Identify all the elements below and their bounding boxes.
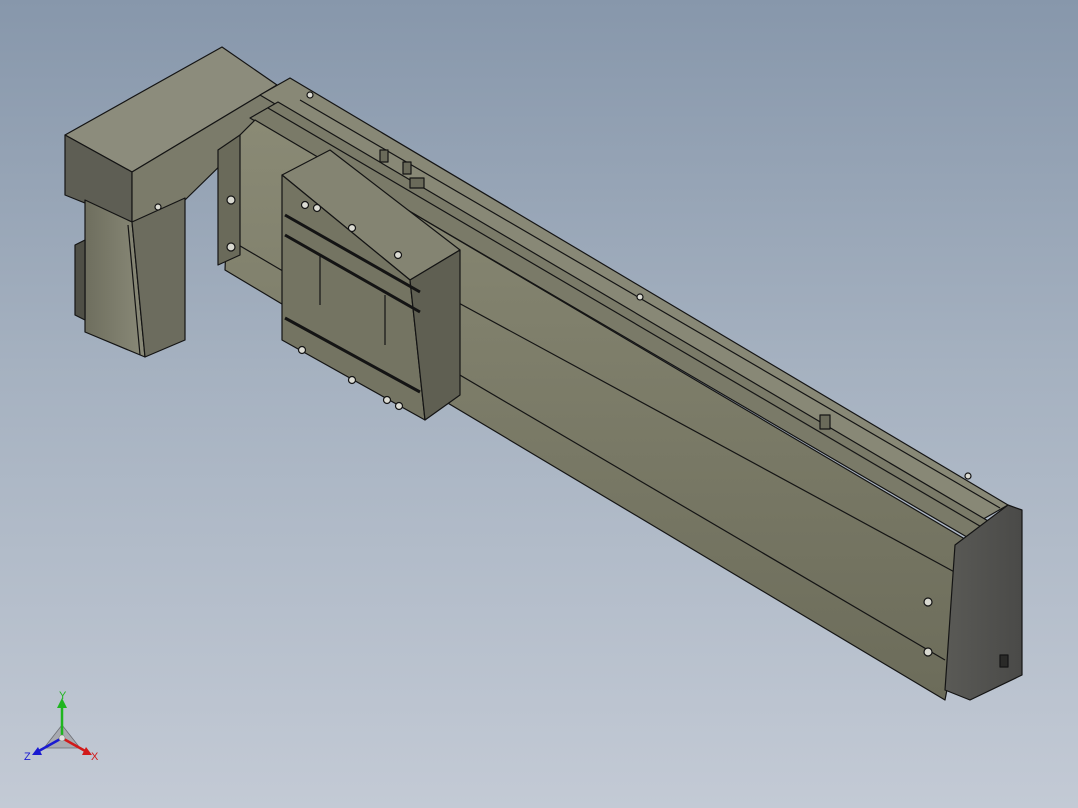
y-axis-label: Y xyxy=(59,690,67,702)
end-screw-hole xyxy=(923,597,933,607)
axis-triad: Y X Z xyxy=(24,690,99,763)
x-axis-label: X xyxy=(91,751,99,763)
z-axis-label: Z xyxy=(24,751,31,763)
end-screw-hole xyxy=(923,647,933,657)
3d-viewport[interactable]: Y X Z xyxy=(0,0,1078,808)
motor-connector xyxy=(74,239,86,321)
linear-actuator-model[interactable] xyxy=(0,0,1078,808)
